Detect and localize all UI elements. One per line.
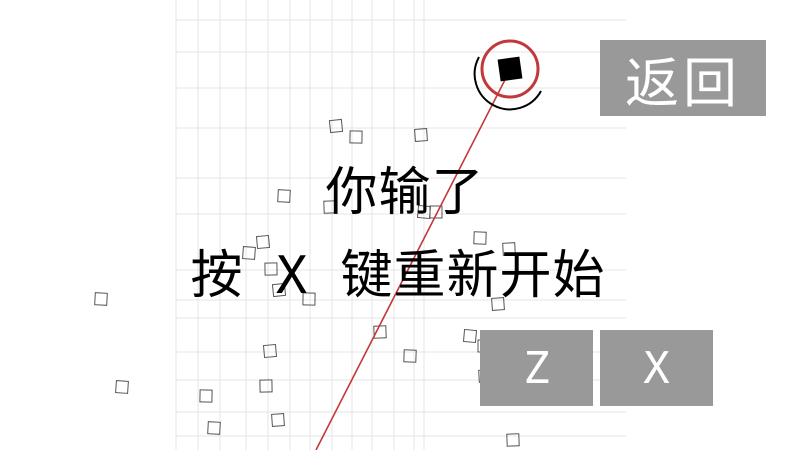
z-key-button[interactable]: Z [480, 330, 593, 406]
debris-particle [462, 328, 478, 344]
debris-particle [414, 128, 428, 142]
debris-particle [328, 118, 344, 134]
debris-particle [473, 231, 487, 245]
debris-particle [262, 343, 278, 359]
game-over-message: 你输了 [325, 163, 485, 223]
player-block [497, 56, 523, 82]
debris-particle [207, 421, 221, 435]
debris-particle [115, 380, 129, 394]
game-stage[interactable]: 你输了 按 X 键重新开始 返回 Z X [0, 0, 800, 450]
back-button[interactable]: 返回 [600, 40, 766, 116]
x-key-button[interactable]: X [600, 330, 713, 406]
debris-particle [271, 413, 285, 427]
restart-instruction: 按 X 键重新开始 [190, 246, 606, 306]
debris-particle [259, 379, 273, 393]
debris-particle [199, 389, 213, 403]
